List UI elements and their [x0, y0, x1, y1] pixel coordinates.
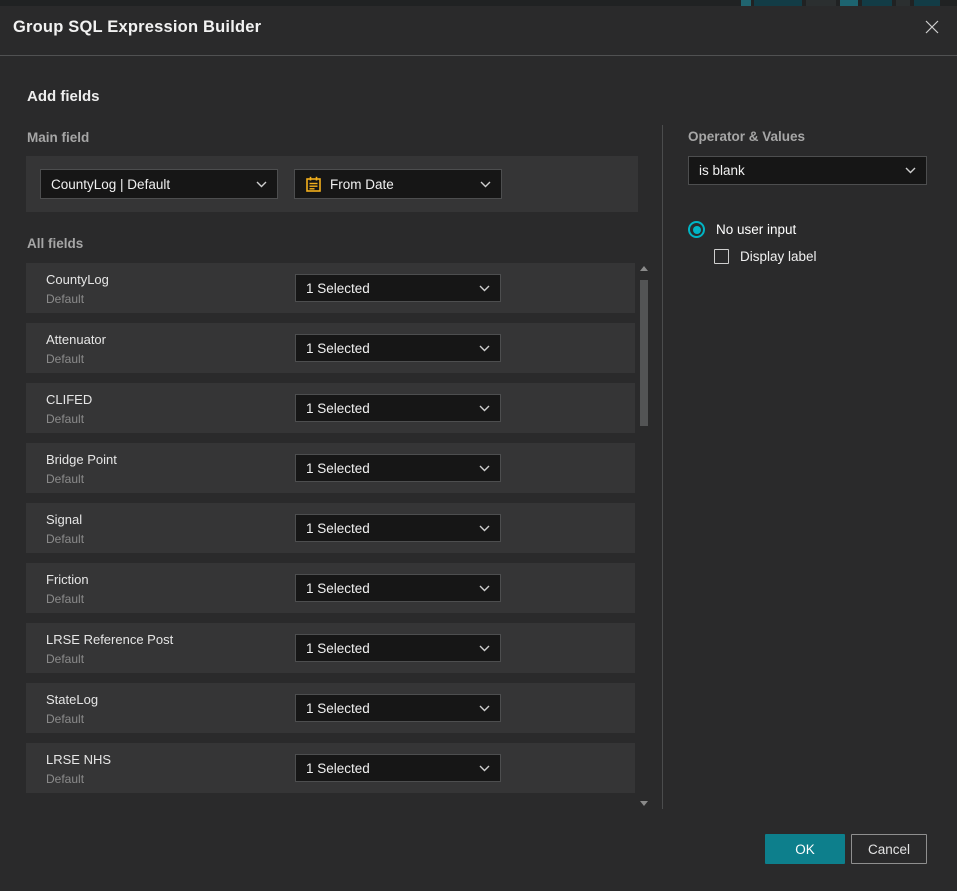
- field-name: Signal: [46, 512, 82, 527]
- close-button[interactable]: [919, 16, 945, 42]
- all-fields-label: All fields: [27, 236, 83, 251]
- field-selection-select[interactable]: 1 Selected: [295, 574, 501, 602]
- selection-value: 1 Selected: [306, 581, 370, 596]
- scroll-up-arrow-icon[interactable]: [640, 266, 648, 271]
- chevron-down-icon: [905, 167, 916, 174]
- field-row: LRSE NHS Default 1 Selected: [26, 743, 635, 793]
- field-name: CountyLog: [46, 272, 109, 287]
- operator-values-label: Operator & Values: [688, 129, 805, 144]
- selection-value: 1 Selected: [306, 401, 370, 416]
- field-sublabel: Default: [46, 592, 84, 606]
- field-selection-select[interactable]: 1 Selected: [295, 694, 501, 722]
- close-icon: [922, 17, 942, 42]
- no-user-input-radio[interactable]: No user input: [688, 221, 796, 238]
- chevron-down-icon: [256, 181, 267, 188]
- field-name: CLIFED: [46, 392, 92, 407]
- field-sublabel: Default: [46, 472, 84, 486]
- main-field-label: Main field: [27, 130, 89, 145]
- selection-value: 1 Selected: [306, 641, 370, 656]
- selection-value: 1 Selected: [306, 761, 370, 776]
- layer-select[interactable]: CountyLog | Default: [40, 169, 278, 199]
- field-selection-select[interactable]: 1 Selected: [295, 394, 501, 422]
- field-row: Attenuator Default 1 Selected: [26, 323, 635, 373]
- field-selection-select[interactable]: 1 Selected: [295, 754, 501, 782]
- field-sublabel: Default: [46, 712, 84, 726]
- scrollbar-thumb[interactable]: [640, 280, 648, 426]
- field-selection-select[interactable]: 1 Selected: [295, 274, 501, 302]
- radio-label: No user input: [716, 222, 796, 237]
- chevron-down-icon: [479, 645, 490, 652]
- main-field-panel: CountyLog | Default From Date: [26, 156, 638, 212]
- modal-window: Group SQL Expression Builder Add fields …: [0, 6, 957, 891]
- calendar-icon: [305, 176, 322, 193]
- checkbox-label: Display label: [740, 249, 817, 264]
- field-name: LRSE NHS: [46, 752, 111, 767]
- chevron-down-icon: [479, 345, 490, 352]
- field-row: CountyLog Default 1 Selected: [26, 263, 635, 313]
- selection-value: 1 Selected: [306, 281, 370, 296]
- chevron-down-icon: [479, 465, 490, 472]
- field-row: CLIFED Default 1 Selected: [26, 383, 635, 433]
- field-row: Signal Default 1 Selected: [26, 503, 635, 553]
- field-row: Bridge Point Default 1 Selected: [26, 443, 635, 493]
- radio-selected-icon: [688, 221, 705, 238]
- titlebar-divider: [0, 55, 957, 56]
- chevron-down-icon: [479, 705, 490, 712]
- field-selection-select[interactable]: 1 Selected: [295, 634, 501, 662]
- field-sublabel: Default: [46, 292, 84, 306]
- display-label-checkbox[interactable]: Display label: [714, 249, 817, 264]
- all-fields-list: CountyLog Default 1 Selected Attenuator …: [26, 263, 635, 803]
- dialog-title: Group SQL Expression Builder: [13, 18, 261, 37]
- selection-value: 1 Selected: [306, 521, 370, 536]
- selection-value: 1 Selected: [306, 701, 370, 716]
- field-select-value: From Date: [330, 177, 394, 192]
- field-sublabel: Default: [46, 412, 84, 426]
- field-row: LRSE Reference Post Default 1 Selected: [26, 623, 635, 673]
- field-name: Bridge Point: [46, 452, 117, 467]
- chevron-down-icon: [479, 285, 490, 292]
- field-row: StateLog Default 1 Selected: [26, 683, 635, 733]
- selection-value: 1 Selected: [306, 461, 370, 476]
- layer-select-value: CountyLog | Default: [51, 177, 170, 192]
- field-name: LRSE Reference Post: [46, 632, 173, 647]
- chevron-down-icon: [479, 585, 490, 592]
- column-divider: [662, 125, 663, 809]
- field-sublabel: Default: [46, 652, 84, 666]
- operator-select[interactable]: is blank: [688, 156, 927, 185]
- cancel-button[interactable]: Cancel: [851, 834, 927, 864]
- field-row: Friction Default 1 Selected: [26, 563, 635, 613]
- selection-value: 1 Selected: [306, 341, 370, 356]
- chevron-down-icon: [480, 181, 491, 188]
- field-sublabel: Default: [46, 772, 84, 786]
- field-name: Attenuator: [46, 332, 106, 347]
- operator-select-value: is blank: [699, 163, 745, 178]
- field-select[interactable]: From Date: [294, 169, 502, 199]
- chevron-down-icon: [479, 405, 490, 412]
- add-fields-heading: Add fields: [27, 88, 100, 105]
- field-selection-select[interactable]: 1 Selected: [295, 454, 501, 482]
- chevron-down-icon: [479, 765, 490, 772]
- group-sql-expression-builder-dialog: Group SQL Expression Builder Add fields …: [0, 0, 957, 891]
- list-scrollbar[interactable]: [639, 264, 649, 808]
- field-selection-select[interactable]: 1 Selected: [295, 514, 501, 542]
- checkbox-unchecked-icon: [714, 249, 729, 264]
- ok-button[interactable]: OK: [765, 834, 845, 864]
- field-sublabel: Default: [46, 352, 84, 366]
- scroll-down-arrow-icon[interactable]: [640, 801, 648, 806]
- field-name: Friction: [46, 572, 89, 587]
- field-name: StateLog: [46, 692, 98, 707]
- chevron-down-icon: [479, 525, 490, 532]
- field-selection-select[interactable]: 1 Selected: [295, 334, 501, 362]
- field-sublabel: Default: [46, 532, 84, 546]
